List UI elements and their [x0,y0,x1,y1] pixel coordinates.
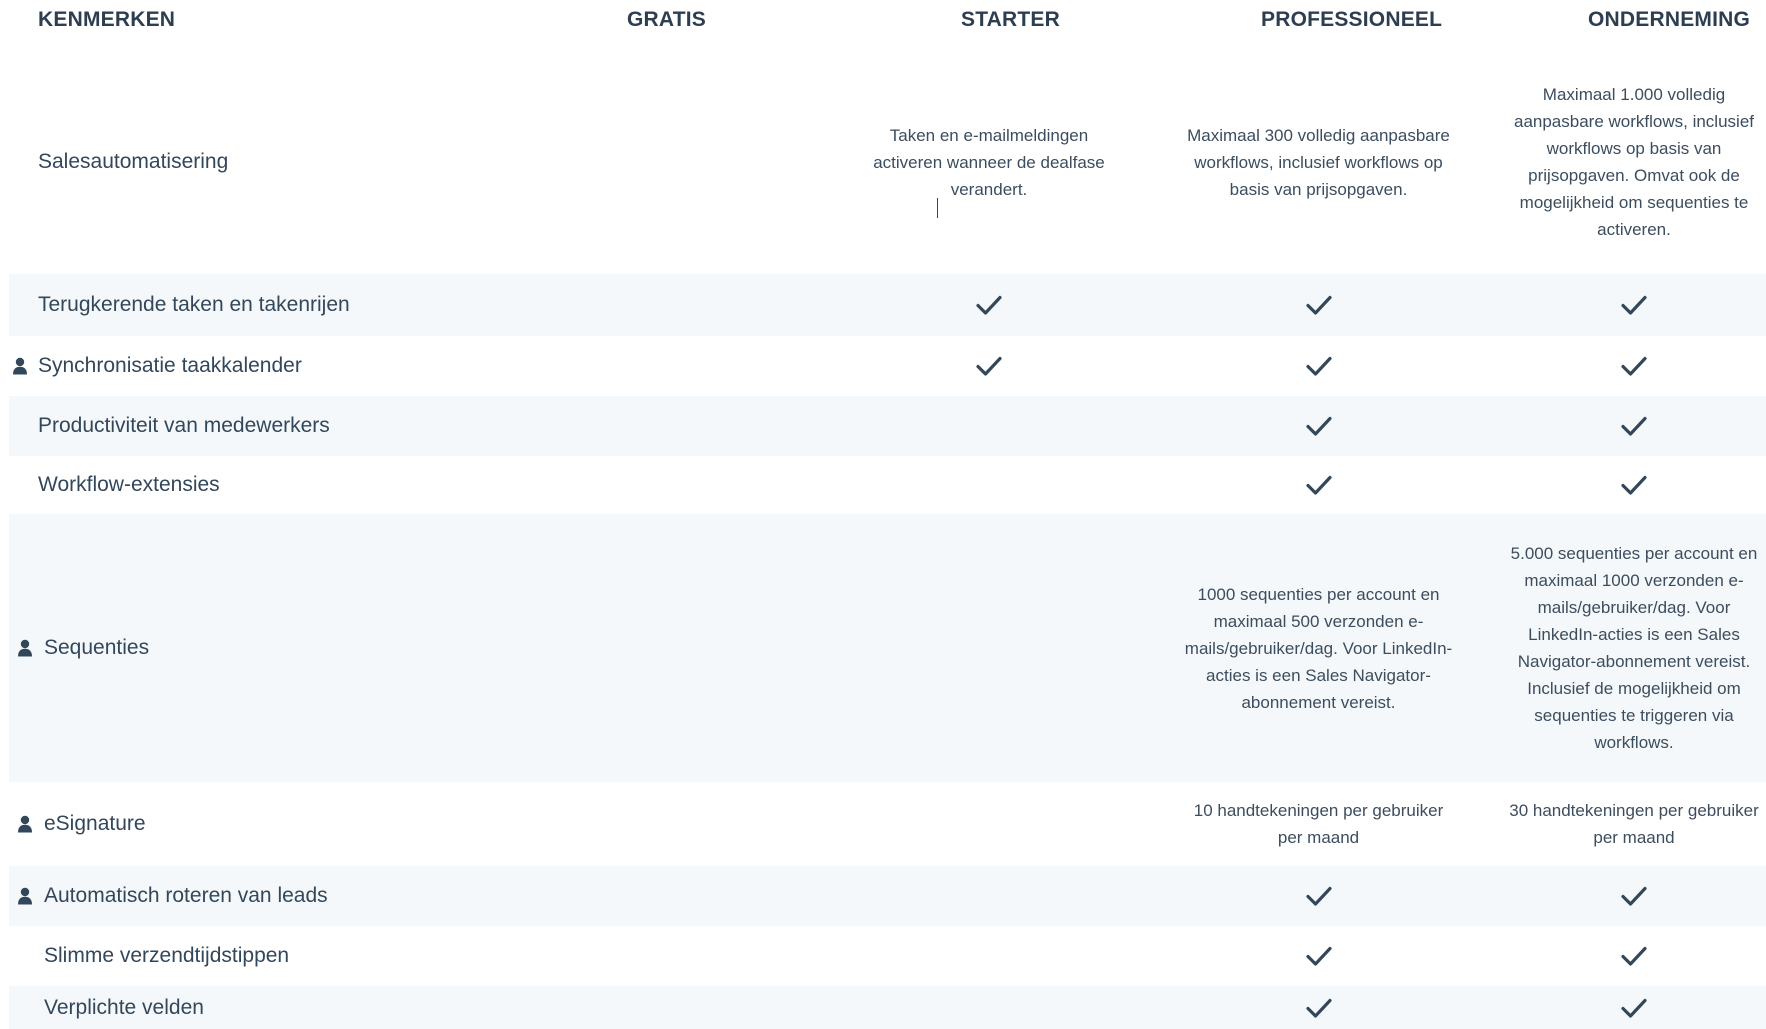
table-row: eSignature 10 handtekeningen per gebruike… [9,782,1766,866]
header-features: KENMERKEN [38,8,176,31]
feature-label: Productiviteit van medewerkers [38,414,330,437]
check-icon [1305,997,1332,1019]
enterprise-description: 30 handtekeningen per gebruiker per maan… [1509,801,1759,847]
feature-label: Synchronisatie taakkalender [38,354,302,377]
person-icon [17,887,33,905]
check-icon [1305,294,1332,316]
check-icon [976,355,1002,377]
feature-label: Salesautomatisering [38,150,229,173]
header-enterprise: ONDERNEMING [1588,8,1751,31]
check-icon [1621,415,1647,437]
check-icon [1621,355,1647,377]
professional-cell [1171,926,1466,986]
check-icon [1305,415,1332,437]
professional-description: Maximaal 300 volledig aanpasbare workflo… [1187,125,1450,199]
feature-label: eSignature [44,812,146,835]
person-icon [12,357,28,375]
person-icon [17,639,33,657]
text-cursor [937,198,938,218]
table-row: Salesautomatisering Taken en e-mailmeldin… [9,50,1766,274]
starter-cell: Taken en e-mailmeldingen activeren wanne… [841,50,1137,274]
professional-cell [1171,986,1466,1029]
header-starter: STARTER [961,8,1061,31]
person-icon [17,815,33,833]
table-row: Sequenties 1000 sequenties per account en… [9,514,1766,782]
feature-label: Terugkerende taken en takenrijen [38,293,350,316]
check-icon [1621,885,1647,907]
professional-cell [1171,456,1466,514]
enterprise-cell [1499,866,1766,926]
feature-label: Verplichte velden [44,995,204,1019]
table-row: Synchronisatie taakkalender [9,336,1766,396]
table-row: Productiviteit van medewerkers [9,396,1766,456]
enterprise-description: Maximaal 1.000 volledig aanpasbare workf… [1513,85,1754,239]
header-free: GRATIS [627,8,706,31]
professional-cell [1171,866,1466,926]
feature-label: Workflow-extensies [38,473,220,496]
check-icon [1621,294,1647,316]
enterprise-description: 5.000 sequenties per account en maximaal… [1510,544,1758,752]
enterprise-cell [1499,396,1766,456]
check-icon [1621,945,1647,967]
check-icon [1305,885,1332,907]
professional-cell [1171,396,1466,456]
check-icon [1305,355,1332,377]
table-row: Workflow-extensies [9,456,1766,514]
header-professional: PROFESSIONEEL [1261,8,1443,31]
enterprise-cell [1499,274,1766,336]
table-row: Terugkerende taken en takenrijen [9,274,1766,336]
table-row: Automatisch roteren van leads [9,866,1766,926]
table-row: Slimme verzendtijdstippen [9,926,1766,986]
starter-cell [841,336,1137,396]
professional-cell: 10 handtekeningen per gebruiker per maan… [1171,782,1466,866]
table-header: KENMERKEN GRATIS STARTER PROFESSIONEEL O… [0,0,1766,40]
feature-label: Sequenties [44,636,150,659]
enterprise-cell: 30 handtekeningen per gebruiker per maan… [1499,782,1766,866]
check-icon [1621,997,1647,1019]
enterprise-cell: 5.000 sequenties per account en maximaal… [1499,514,1766,782]
enterprise-cell [1499,336,1766,396]
enterprise-cell: Maximaal 1.000 volledig aanpasbare workf… [1499,50,1766,274]
check-icon [976,294,1002,316]
check-icon [1621,474,1647,496]
professional-cell [1171,274,1466,336]
starter-description: Taken en e-mailmeldingen activeren wanne… [873,125,1105,199]
check-icon [1305,945,1332,967]
table-row: Verplichte velden [9,986,1766,1029]
enterprise-cell [1499,926,1766,986]
feature-label: Automatisch roteren van leads [44,884,328,907]
professional-cell [1171,336,1466,396]
starter-cell [841,274,1137,336]
professional-description: 10 handtekeningen per gebruiker per maan… [1193,801,1444,847]
enterprise-cell [1499,986,1766,1029]
professional-cell: 1000 sequenties per account en maximaal … [1171,514,1466,782]
professional-cell: Maximaal 300 volledig aanpasbare workflo… [1171,50,1466,274]
feature-label: Slimme verzendtijdstippen [44,944,290,967]
enterprise-cell [1499,456,1766,514]
check-icon [1305,474,1332,496]
professional-description: 1000 sequenties per account en maximaal … [1184,584,1453,712]
